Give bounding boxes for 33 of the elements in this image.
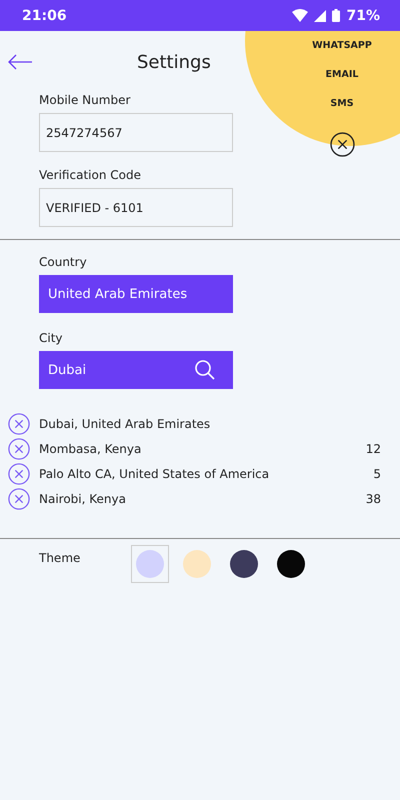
location-name: Dubai, United Arab Emirates bbox=[39, 417, 212, 431]
theme-label: Theme bbox=[39, 551, 82, 567]
back-button[interactable] bbox=[8, 54, 32, 70]
mobile-number-field[interactable]: 2547274567 bbox=[39, 113, 233, 152]
search-icon bbox=[195, 360, 215, 380]
field-label: Verification Code bbox=[39, 168, 141, 182]
country-select[interactable]: United Arab Emirates bbox=[39, 275, 233, 313]
remove-icon bbox=[8, 413, 30, 435]
location-name: Mombasa, Kenya bbox=[39, 442, 142, 456]
location-name: Nairobi, Kenya bbox=[39, 492, 127, 506]
wifi-icon bbox=[292, 9, 308, 22]
field-label: Mobile Number bbox=[39, 93, 130, 107]
page-title: Settings bbox=[137, 52, 211, 72]
verification-code-field[interactable]: VERIFIED - 6101 bbox=[39, 188, 233, 227]
share-option[interactable]: SMS bbox=[330, 95, 354, 111]
remove-icon bbox=[8, 488, 30, 510]
share-option[interactable]: WHATSAPP bbox=[312, 37, 372, 53]
remove-icon bbox=[8, 438, 30, 460]
location-count: 38 bbox=[366, 492, 381, 506]
battery-level: 71% bbox=[346, 8, 380, 24]
status-time: 21:06 bbox=[22, 8, 68, 24]
share-option[interactable]: EMAIL bbox=[326, 66, 358, 82]
close-button[interactable] bbox=[330, 132, 354, 157]
field-label: Country bbox=[39, 255, 87, 269]
city-search-field[interactable]: Dubai bbox=[39, 351, 233, 389]
location-count: 5 bbox=[373, 467, 381, 481]
location-count: 12 bbox=[366, 442, 381, 456]
field-label: City bbox=[39, 331, 63, 345]
location-name: Palo Alto CA, United States of America bbox=[39, 467, 270, 481]
theme-swatch[interactable] bbox=[131, 545, 169, 583]
signal-icon bbox=[314, 10, 326, 22]
battery-icon bbox=[332, 9, 340, 22]
remove-icon bbox=[8, 463, 30, 485]
